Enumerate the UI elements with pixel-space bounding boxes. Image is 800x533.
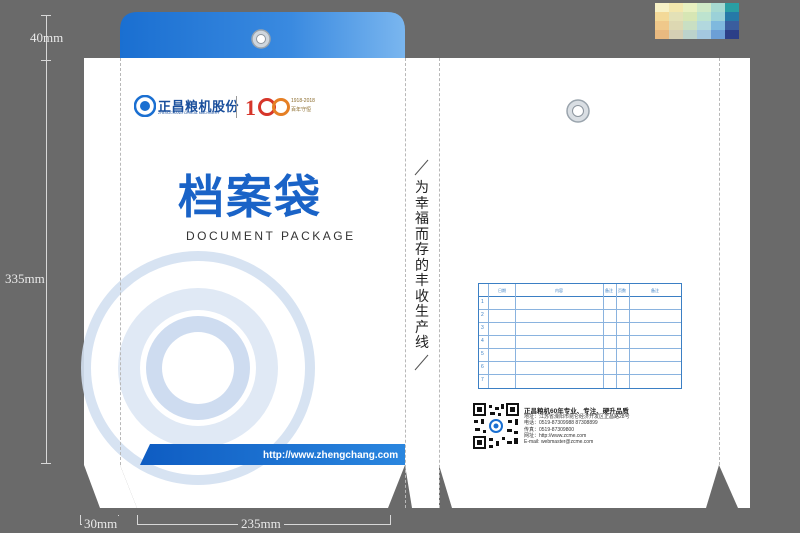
website-url: http://www.zhengchang.com	[263, 450, 399, 461]
anniversary-sub: 百年守恒	[291, 107, 312, 113]
spine-slogan-char: 的	[415, 256, 429, 273]
svg-text:1: 1	[245, 95, 256, 118]
spine-slogan-char: 存	[415, 241, 429, 257]
row-number: 2	[481, 312, 484, 318]
page-title: 档案袋	[178, 170, 322, 224]
fold-line	[439, 58, 440, 508]
row-number: 7	[481, 377, 484, 383]
logo-text-en: ZHENGCHANG CEREAL MACHINERY	[158, 111, 220, 115]
spine-slogan: 为幸福而存的丰收生产线	[414, 179, 430, 351]
spine-slogan-char: 而	[415, 225, 429, 242]
fold-line	[719, 58, 720, 465]
anniversary-mark: 1	[245, 94, 291, 123]
logo-mark-icon	[133, 94, 157, 118]
row-number: 6	[481, 364, 484, 370]
page-subtitle: DOCUMENT PACKAGE	[186, 229, 356, 243]
anniversary-years: 1918-2018	[291, 98, 315, 104]
anniversary-100-icon: 1	[245, 95, 290, 120]
row-number: 1	[481, 299, 484, 305]
email-text: E-mail: webmaster@zcme.com	[524, 439, 594, 446]
record-table: 日期 内容 备注 页数 备注 1 2 3 4 5 6 7	[478, 283, 682, 389]
qr-code-icon	[473, 403, 519, 449]
company-info: 地址：江苏省溧阳市昆仑经济开发区正昌路28号 电话：0519-87309988 …	[524, 414, 630, 445]
logo-divider	[236, 96, 237, 118]
spine-slogan-char: 为	[415, 179, 429, 195]
spine-slogan-char: 产	[415, 318, 429, 335]
table-header: 内容	[555, 288, 563, 293]
table-header: 备注	[651, 288, 659, 293]
row-number: 3	[481, 325, 484, 331]
spine-slogan-char: 丰	[415, 272, 429, 288]
table-header: 备注	[605, 288, 613, 293]
spine-slogan-char: 生	[415, 303, 429, 319]
table-header: 页数	[618, 288, 626, 293]
spine-slogan-char: 幸	[415, 194, 429, 211]
table-header: 日期	[498, 288, 506, 293]
company-logo	[133, 94, 157, 122]
spine-slogan-char: 线	[415, 334, 429, 350]
fold-line	[120, 58, 121, 465]
spine-slogan-char: 收	[415, 287, 429, 304]
fold-line	[405, 58, 406, 508]
row-number: 5	[481, 351, 484, 357]
row-number: 4	[481, 338, 484, 344]
spine-slogan-char: 福	[415, 210, 429, 226]
